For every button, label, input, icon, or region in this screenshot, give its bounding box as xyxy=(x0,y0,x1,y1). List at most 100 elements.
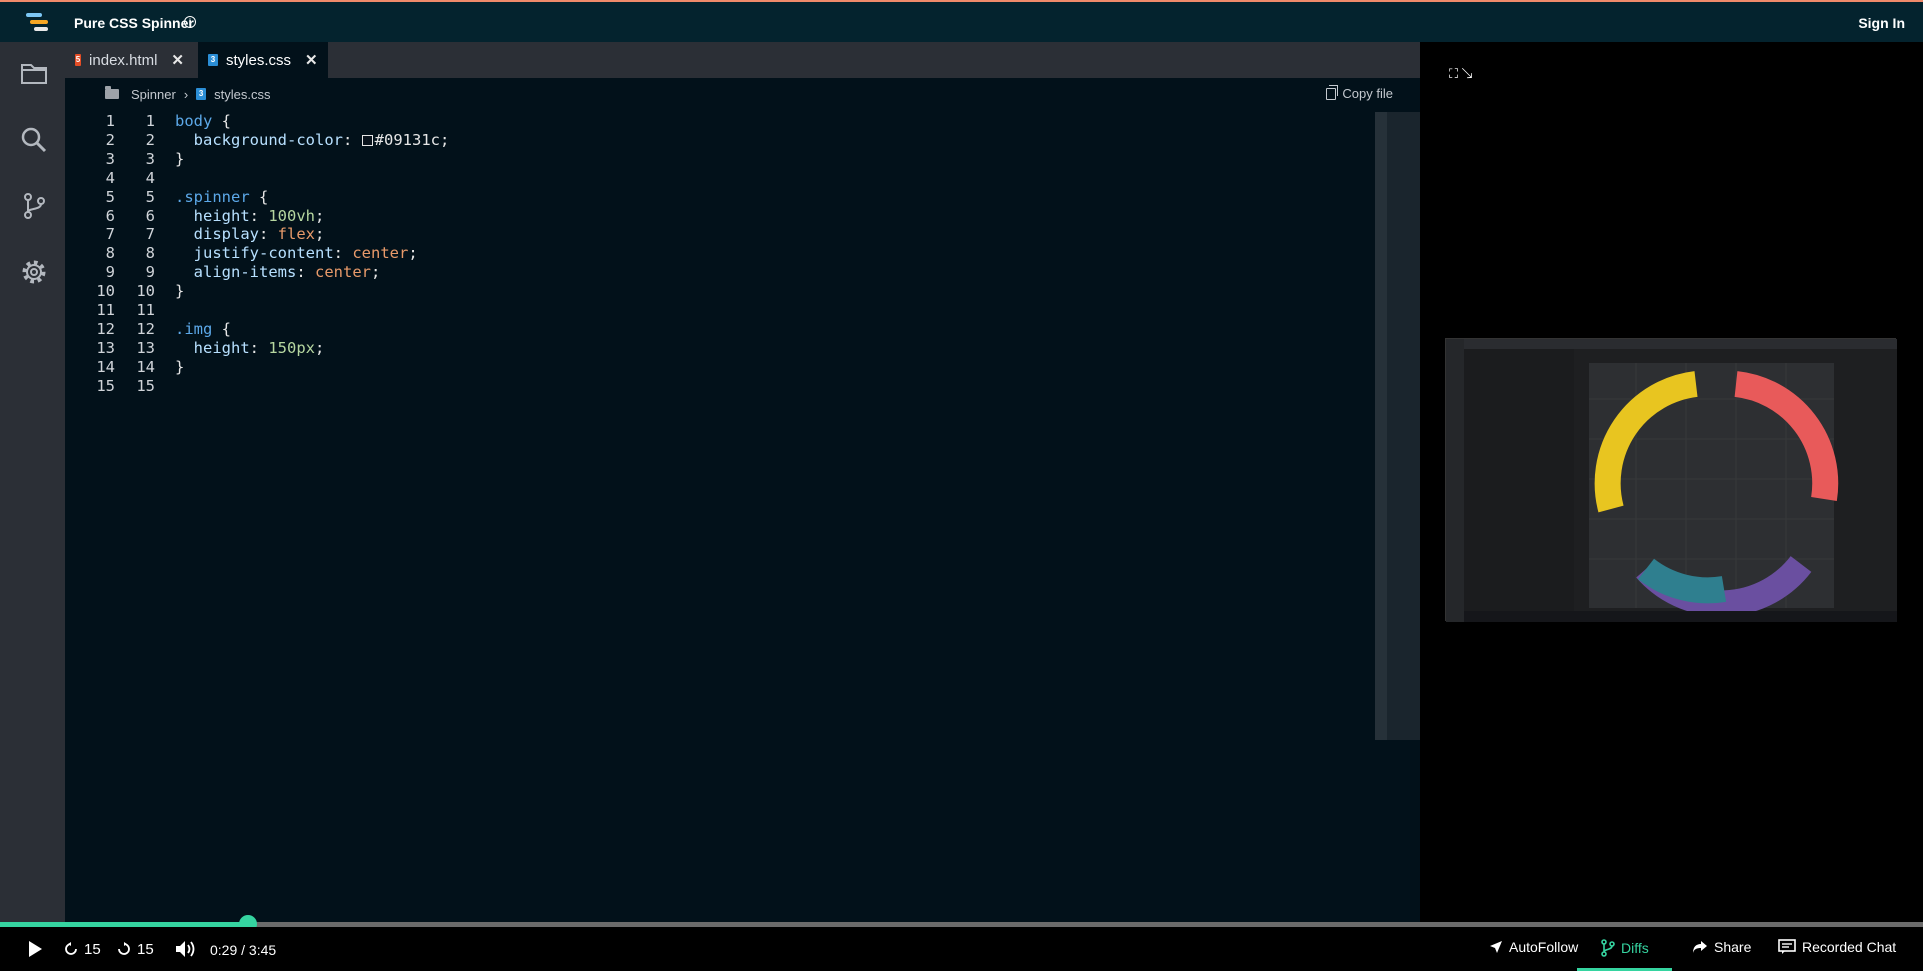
line-number: 5 xyxy=(105,187,115,206)
rewind-button[interactable]: 15 xyxy=(64,936,101,962)
diffs-button[interactable]: Diffs xyxy=(1601,939,1649,957)
breadcrumb: Spinner › 3 styles.css xyxy=(105,84,271,104)
breadcrumb-folder[interactable]: Spinner xyxy=(131,87,176,102)
css-file-icon: 3 xyxy=(196,88,207,100)
player-controls: 15 15 0:29 / 3:45 AutoFollow Diffs Share… xyxy=(0,927,1923,971)
line-number: 15 xyxy=(96,376,115,395)
color-swatch[interactable] xyxy=(361,134,373,146)
code-text: display: flex; xyxy=(193,225,325,244)
line-number: 11 xyxy=(96,301,115,319)
folder-icon[interactable] xyxy=(18,57,50,89)
line-number: 13 xyxy=(96,338,115,357)
line-number: 14 xyxy=(96,357,115,376)
line-number: 12 xyxy=(96,319,115,338)
autofollow-button[interactable]: AutoFollow xyxy=(1489,939,1578,955)
line-number: 9 xyxy=(145,263,155,282)
share-button[interactable]: Share xyxy=(1692,939,1751,955)
line-number: 5 xyxy=(145,187,155,206)
close-icon[interactable]: ✕ xyxy=(171,51,184,69)
tab-label: styles.css xyxy=(226,51,292,69)
minimap[interactable] xyxy=(1375,112,1420,740)
sign-in-button[interactable]: Sign In xyxy=(1858,15,1905,31)
code-text: } xyxy=(175,282,185,301)
code-text: justify-content: center; xyxy=(193,244,418,263)
search-icon[interactable] xyxy=(18,124,50,156)
tab-styles-css[interactable]: 3 styles.css ✕ xyxy=(198,42,328,78)
line-number: 10 xyxy=(96,282,115,301)
code-text: .img { xyxy=(175,319,231,338)
html-file-icon: 5 xyxy=(75,54,82,66)
spinner-preview-image xyxy=(1446,339,1897,622)
navigation-arrow-icon xyxy=(1490,941,1502,953)
activity-bar xyxy=(0,42,65,922)
recorded-chat-button[interactable]: Recorded Chat xyxy=(1778,939,1896,955)
volume-button[interactable] xyxy=(174,936,196,962)
code-line[interactable]: 15 15 xyxy=(65,377,1365,400)
line-number: 6 xyxy=(145,206,155,225)
line-number: 11 xyxy=(136,301,155,319)
breadcrumb-separator: › xyxy=(183,86,189,102)
line-number: 1 xyxy=(105,112,115,130)
line-number: 7 xyxy=(105,225,115,244)
tab-label: index.html xyxy=(89,51,158,69)
autofollow-label: AutoFollow xyxy=(1509,939,1579,955)
top-bar: Pure CSS Spinner i Sign In xyxy=(0,0,1923,42)
code-text: height: 150px; xyxy=(193,338,325,357)
code-text: height: 100vh; xyxy=(193,206,325,225)
forward-button[interactable]: 15 xyxy=(117,936,154,962)
line-number: 10 xyxy=(136,282,155,301)
line-number: 12 xyxy=(136,319,155,338)
source-control-icon[interactable] xyxy=(18,190,50,222)
folder-icon xyxy=(105,86,119,99)
breadcrumb-file[interactable]: styles.css xyxy=(214,87,270,102)
volume-icon xyxy=(176,941,195,957)
copy-file-button[interactable]: Copy file xyxy=(1326,84,1393,101)
play-icon xyxy=(29,941,42,957)
app-logo-icon[interactable] xyxy=(24,11,52,35)
preview-pane: ⛶ ↘ xyxy=(1420,42,1923,922)
line-number: 13 xyxy=(136,338,155,357)
forward-icon xyxy=(118,942,130,955)
share-label: Share xyxy=(1714,939,1752,955)
line-number: 4 xyxy=(145,168,155,187)
share-icon xyxy=(1693,941,1707,953)
line-number: 9 xyxy=(105,263,115,282)
code-text: } xyxy=(175,149,185,168)
code-editor: 5 index.html ✕ 3 styles.css ✕ Spinner › … xyxy=(65,42,1420,922)
copy-file-label: Copy file xyxy=(1342,86,1393,101)
playback-time: 0:29 / 3:45 xyxy=(210,942,277,958)
code-text: background-color: #09131c; xyxy=(193,130,450,149)
rewind-label: 15 xyxy=(84,940,101,958)
video-preview-thumbnail[interactable] xyxy=(1445,338,1897,622)
line-number: 2 xyxy=(105,130,115,149)
rewind-icon xyxy=(65,942,77,955)
app-title: Pure CSS Spinner xyxy=(74,15,194,31)
code-text: body { xyxy=(175,112,231,130)
line-number: 14 xyxy=(136,357,155,376)
tab-index-html[interactable]: 5 index.html ✕ xyxy=(65,42,194,78)
fullscreen-icon[interactable]: ⛶ ↘ xyxy=(1449,66,1481,82)
line-number: 6 xyxy=(105,206,115,225)
line-number: 8 xyxy=(105,244,115,263)
minimap-scrollbar[interactable] xyxy=(1375,112,1387,740)
css-file-icon: 3 xyxy=(208,54,218,66)
code-text: .spinner { xyxy=(175,187,269,206)
tab-bar: 5 index.html ✕ 3 styles.css ✕ xyxy=(65,42,1420,78)
copy-icon xyxy=(1326,84,1339,100)
code-text: align-items: center; xyxy=(193,263,381,282)
forward-label: 15 xyxy=(137,940,154,958)
chat-icon xyxy=(1778,939,1796,954)
info-icon[interactable]: i xyxy=(184,16,196,28)
line-number: 3 xyxy=(145,149,155,168)
recorded-chat-label: Recorded Chat xyxy=(1802,939,1897,955)
gear-icon[interactable] xyxy=(18,256,50,288)
line-number: 7 xyxy=(145,225,155,244)
play-button[interactable] xyxy=(27,936,43,962)
line-number: 1 xyxy=(145,112,155,130)
line-number: 2 xyxy=(145,130,155,149)
close-icon[interactable]: ✕ xyxy=(305,51,318,69)
code-text: } xyxy=(175,357,185,376)
diffs-label: Diffs xyxy=(1621,940,1649,956)
line-number: 15 xyxy=(136,376,155,395)
line-number: 4 xyxy=(105,168,115,187)
